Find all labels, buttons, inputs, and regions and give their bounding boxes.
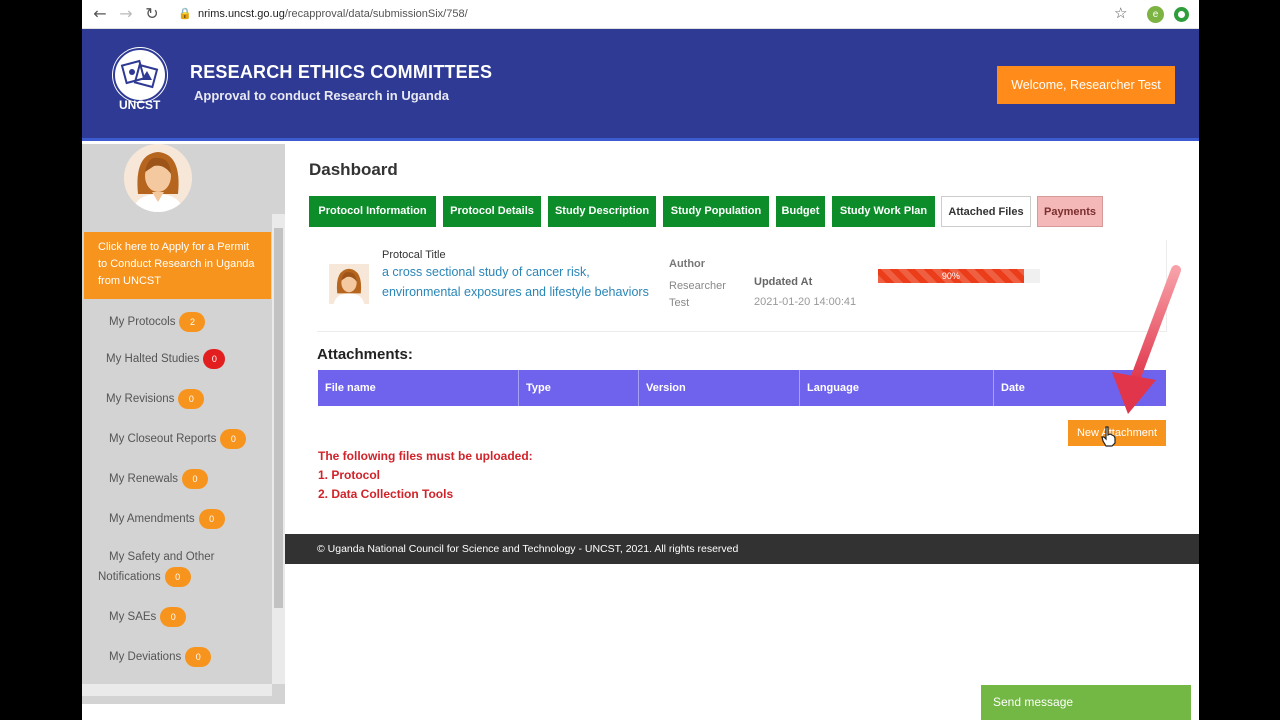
progress-bar: 90%: [878, 269, 1040, 283]
site-title: RESEARCH ETHICS COMMITTEES: [190, 62, 493, 82]
scrollbar-thumb[interactable]: [274, 228, 283, 608]
forward-arrow-icon[interactable]: →: [116, 4, 136, 24]
bookmark-star-icon[interactable]: ☆: [1114, 4, 1127, 22]
page-title: Dashboard: [309, 160, 398, 179]
sidebar: Click here to Apply for a Permit to Cond…: [82, 144, 285, 704]
browser-toolbar: ← → ↻ 🔒 nrims.uncst.go.ug/recapproval/da…: [82, 0, 1199, 29]
sidebar-item-revisions[interactable]: My Revisions 0: [106, 389, 205, 409]
sidebar-item-renewals[interactable]: My Renewals 0: [109, 469, 209, 489]
required-file-item: 1. Protocol: [318, 468, 381, 482]
address-bar[interactable]: 🔒 nrims.uncst.go.ug/recapproval/data/sub…: [174, 4, 1134, 25]
page-footer: © Uganda National Council for Science an…: [285, 534, 1199, 564]
back-arrow-icon[interactable]: ←: [90, 4, 110, 24]
count-badge: 0: [220, 429, 247, 449]
column-language[interactable]: Language: [800, 370, 994, 406]
author-label: Author: [669, 258, 706, 270]
send-message-button[interactable]: Send message: [981, 685, 1191, 720]
column-version[interactable]: Version: [639, 370, 800, 406]
main-content: Dashboard Protocol Information Protocol …: [285, 144, 1199, 534]
tab-budget[interactable]: Budget: [776, 196, 825, 227]
sidebar-item-protocols[interactable]: My Protocols 2: [109, 312, 206, 332]
required-file-item: 2. Data Collection Tools: [318, 487, 454, 501]
reload-icon[interactable]: ↻: [142, 4, 162, 24]
tab-attached-files[interactable]: Attached Files: [941, 196, 1031, 227]
count-badge: 0: [178, 389, 205, 409]
tab-study-population[interactable]: Study Population: [663, 196, 769, 227]
sidebar-item-deviations[interactable]: My Deviations 0: [109, 647, 212, 667]
progress-label: 90%: [941, 271, 960, 281]
attachments-heading: Attachments:: [317, 346, 413, 363]
lock-icon: 🔒: [178, 7, 192, 20]
author-avatar: [329, 264, 369, 304]
uncst-logo: [112, 47, 168, 103]
column-file-name[interactable]: File name: [318, 370, 519, 406]
profile-avatar[interactable]: e: [1147, 6, 1164, 23]
sidebar-item-closeout-reports[interactable]: My Closeout Reports 0: [109, 429, 247, 449]
sidebar-item-amendments[interactable]: My Amendments 0: [109, 509, 225, 529]
count-badge: 0: [185, 647, 212, 667]
protocol-title-link[interactable]: a cross sectional study of cancer risk, …: [382, 262, 652, 302]
count-badge: 0: [160, 607, 187, 627]
apply-permit-link[interactable]: Click here to Apply for a Permit to Cond…: [84, 232, 271, 299]
updated-at-label: Updated At: [754, 276, 813, 288]
sidebar-item-halted-studies[interactable]: My Halted Studies 0: [106, 349, 226, 369]
annotation-arrow-icon: [1112, 265, 1181, 414]
count-badge: 2: [179, 312, 206, 332]
site-subtitle: Approval to conduct Research in Uganda: [194, 88, 449, 103]
column-type[interactable]: Type: [519, 370, 639, 406]
hand-cursor-icon: [1101, 426, 1116, 447]
tab-protocol-details[interactable]: Protocol Details: [443, 196, 541, 227]
updated-at-value: 2021-01-20 14:00:41: [754, 296, 857, 308]
footer-copyright: © Uganda National Council for Science an…: [317, 543, 739, 555]
author-name: Researcher Test: [669, 280, 726, 309]
count-badge: 0: [182, 469, 209, 489]
browser-window: ← → ↻ 🔒 nrims.uncst.go.ug/recapproval/da…: [82, 0, 1199, 720]
sidebar-horizontal-scrollbar[interactable]: [82, 684, 272, 696]
sidebar-scrollbar[interactable]: [272, 214, 285, 684]
attachments-table-header: File name Type Version Language Date: [318, 370, 1166, 406]
tab-payments[interactable]: Payments: [1037, 196, 1103, 227]
url-text: nrims.uncst.go.ug/recapproval/data/submi…: [198, 8, 468, 20]
tab-study-description[interactable]: Study Description: [548, 196, 656, 227]
welcome-user-button[interactable]: Welcome, Researcher Test: [997, 66, 1175, 104]
count-badge: 0: [203, 349, 226, 369]
sidebar-item-safety-notifications[interactable]: My Safety and Other Notifications 0: [98, 547, 258, 587]
count-badge: 0: [198, 509, 225, 529]
user-avatar: [124, 144, 192, 212]
count-badge: 0: [164, 567, 191, 587]
tab-protocol-information[interactable]: Protocol Information: [309, 196, 436, 227]
sidebar-item-saes[interactable]: My SAEs 0: [109, 607, 187, 627]
protocol-summary-card: Protocal Title a cross sectional study o…: [317, 240, 1167, 332]
required-files-title: The following files must be uploaded:: [318, 449, 533, 463]
extension-icon[interactable]: [1174, 7, 1189, 22]
protocol-title-label: Protocal Title: [382, 249, 446, 261]
tab-study-work-plan[interactable]: Study Work Plan: [832, 196, 935, 227]
site-header: UNCST RESEARCH ETHICS COMMITTEES Approva…: [82, 29, 1199, 141]
logo-text: UNCST: [119, 98, 161, 112]
